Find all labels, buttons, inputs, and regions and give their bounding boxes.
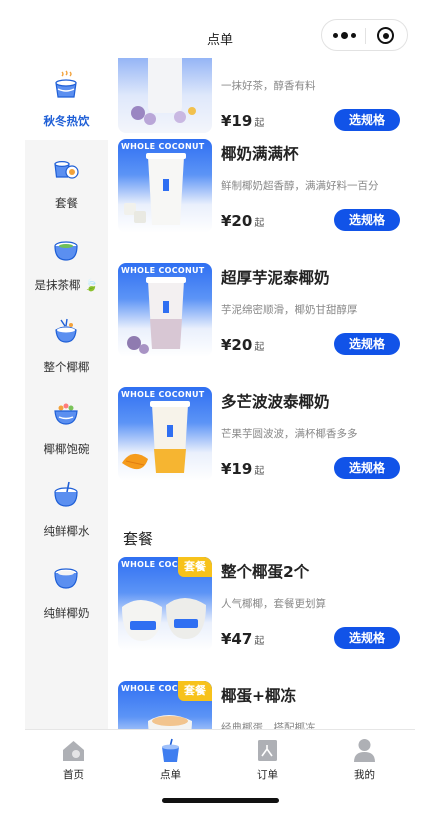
- matcha-coconut-icon: [54, 241, 78, 261]
- tab-label: 首页: [63, 769, 84, 781]
- select-spec-button[interactable]: 选规格: [334, 627, 400, 649]
- sidebar-item-coconut-water[interactable]: 纯鲜椰水: [25, 468, 108, 550]
- combo-tag: 套餐: [178, 681, 212, 701]
- sidebar-item-combo[interactable]: 套餐: [25, 140, 108, 222]
- product-name: 整个椰蛋2个: [221, 563, 310, 581]
- select-spec-button[interactable]: 选规格: [334, 209, 400, 231]
- tab-profile[interactable]: 我的: [316, 730, 413, 785]
- tab-order[interactable]: 点单: [122, 730, 219, 785]
- sidebar-item-label: 纯鲜椰水: [43, 524, 90, 538]
- product-name: 超厚芋泥泰椰奶: [221, 269, 330, 287]
- product-image: WHOLE COCONUT: [118, 139, 212, 233]
- product-description: 一抹好茶，醇香有料: [221, 80, 316, 92]
- category-sidebar: 秋冬热饮 套餐 是抹茶椰 🍃 整个椰椰 椰椰饱碗 纯鲜椰水 纯鲜椰奶: [25, 58, 108, 729]
- product-card[interactable]: WHOLE COCONUT 套餐 椰蛋+椰冻 经典椰蛋，搭配椰冻: [118, 681, 410, 729]
- more-icon[interactable]: [333, 29, 359, 41]
- bottom-tab-bar: 首页 点单 订单 我的: [25, 729, 415, 812]
- product-card[interactable]: WHOLE COCONUT 超厚芋泥泰椰奶 芋泥绵密顺滑，椰奶甘甜醇厚 ¥20 起…: [118, 263, 410, 359]
- sidebar-item-coconut-bowl[interactable]: 椰椰饱碗: [25, 386, 108, 468]
- select-spec-button[interactable]: 选规格: [334, 333, 400, 355]
- product-price: ¥19 起: [221, 112, 265, 130]
- combo-tag: 套餐: [178, 557, 212, 577]
- product-description: 经典椰蛋，搭配椰冻: [221, 722, 316, 729]
- whole-coconut-icon: [55, 318, 77, 343]
- product-name: 多芒波波泰椰奶: [221, 393, 330, 411]
- header-bar: 点单: [25, 0, 415, 58]
- leaf-icon: 🍃: [84, 278, 99, 292]
- product-list[interactable]: 一抹好茶，醇香有料 ¥19 起 选规格 WHOLE COCONUT 椰奶满满杯 鲜…: [108, 58, 415, 729]
- tab-home[interactable]: 首页: [25, 730, 122, 785]
- product-price: ¥20 起: [221, 336, 265, 354]
- thumb-brand-text: WHOLE COCONUT: [121, 390, 205, 399]
- home-icon: [63, 741, 84, 761]
- coconut-water-icon: [54, 481, 78, 507]
- sidebar-item-matcha[interactable]: 是抹茶椰 🍃: [25, 222, 108, 304]
- product-card[interactable]: WHOLE COCONUT 套餐 整个椰蛋2个 人气椰椰，套餐更划算 ¥47 起 …: [118, 557, 410, 653]
- tab-orders[interactable]: 订单: [219, 730, 316, 785]
- product-image: WHOLE COCONUT 套餐: [118, 557, 212, 651]
- product-image: [118, 58, 212, 133]
- product-image: WHOLE COCONUT: [118, 263, 212, 357]
- drink-illustration: [131, 58, 196, 125]
- product-description: 鲜制椰奶超香醇，满满好料一百分: [221, 180, 379, 192]
- product-card[interactable]: WHOLE COCONUT 多芒波波泰椰奶 芒果芋圆波波，满杯椰香多多 ¥19 起…: [118, 387, 410, 483]
- product-image: WHOLE COCONUT 套餐: [118, 681, 212, 729]
- coconut-milk-icon: [54, 568, 78, 589]
- sidebar-item-label: 椰椰饱碗: [43, 442, 90, 456]
- select-spec-button[interactable]: 选规格: [334, 457, 400, 479]
- product-price: ¥47 起: [221, 630, 265, 648]
- thumb-brand-text: WHOLE COCONUT: [121, 266, 205, 275]
- sidebar-item-label: 是抹茶椰 🍃: [34, 278, 99, 292]
- product-description: 人气椰椰，套餐更划算: [221, 598, 326, 610]
- thumb-brand-text: WHOLE COCONUT: [121, 142, 205, 151]
- product-card[interactable]: WHOLE COCONUT 椰奶满满杯 鲜制椰奶超香醇，满满好料一百分 ¥20 起…: [118, 139, 410, 235]
- hot-drink-cup-icon: [55, 70, 77, 98]
- coconut-bowl-icon: [54, 403, 78, 425]
- sidebar-item-label: 整个椰椰: [43, 360, 90, 374]
- sidebar-item-label: 秋冬热饮: [43, 114, 90, 128]
- close-miniprogram-icon[interactable]: [377, 27, 394, 44]
- product-price: ¥20 起: [221, 212, 265, 230]
- drink-illustration: [124, 153, 186, 225]
- drink-illustration: [127, 277, 186, 354]
- mini-program-capsule: [321, 19, 408, 51]
- combo-set-icon: [54, 161, 79, 179]
- capsule-divider: [365, 28, 366, 44]
- sidebar-item-whole-coconut[interactable]: 整个椰椰: [25, 304, 108, 386]
- sidebar-item-coconut-milk[interactable]: 纯鲜椰奶: [25, 550, 108, 632]
- tab-label: 我的: [354, 769, 375, 781]
- sidebar-item-label: 纯鲜椰奶: [43, 606, 90, 620]
- product-name: 椰蛋+椰冻: [221, 687, 296, 705]
- home-indicator: [162, 798, 279, 803]
- order-cup-icon: [162, 738, 179, 762]
- product-image: WHOLE COCONUT: [118, 387, 212, 481]
- select-spec-button[interactable]: 选规格: [334, 109, 400, 131]
- product-description: 芋泥绵密顺滑，椰奶甘甜醇厚: [221, 304, 358, 316]
- tab-label: 点单: [160, 769, 181, 781]
- drink-illustration: [122, 401, 190, 473]
- section-title-combo: 套餐: [123, 530, 154, 548]
- orders-list-icon: [258, 740, 277, 761]
- product-name: 椰奶满满杯: [221, 145, 299, 163]
- product-card[interactable]: 一抹好茶，醇香有料 ¥19 起 选规格: [118, 58, 410, 135]
- sidebar-item-label: 套餐: [55, 196, 78, 210]
- tab-label: 订单: [257, 769, 278, 781]
- product-description: 芒果芋圆波波，满杯椰香多多: [221, 428, 358, 440]
- sidebar-item-hot-drinks[interactable]: 秋冬热饮: [25, 58, 108, 140]
- phone-screen: 点单 秋冬热饮 套餐 是抹茶椰 🍃 整个椰椰 椰椰饱碗 纯鲜椰水 纯鲜椰奶 一抹…: [25, 0, 415, 812]
- profile-icon: [354, 739, 375, 762]
- product-price: ¥19 起: [221, 460, 265, 478]
